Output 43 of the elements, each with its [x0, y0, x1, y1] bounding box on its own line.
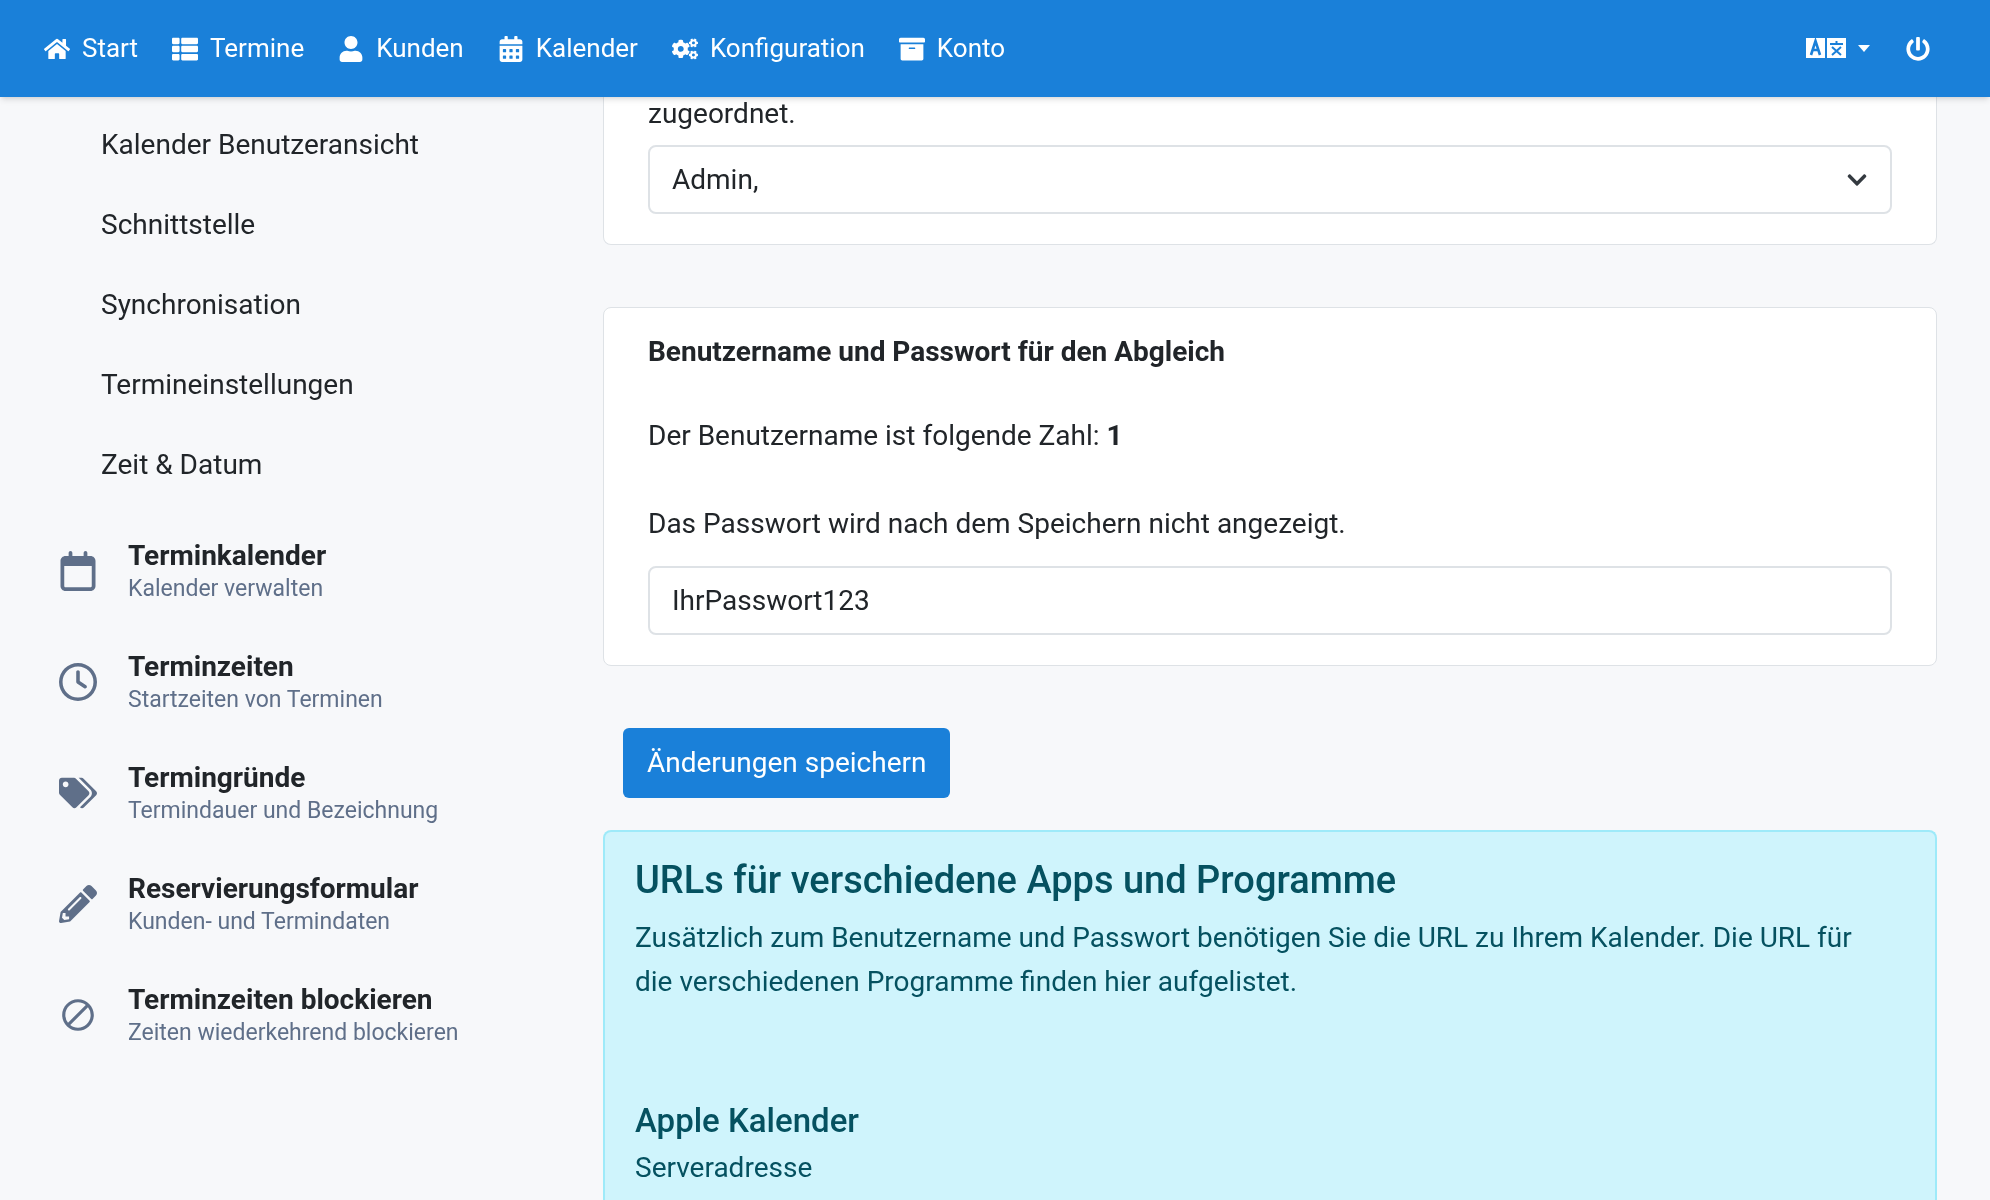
sidebar-item-title[interactable]: Terminkalender	[128, 537, 327, 574]
user-icon	[338, 35, 365, 62]
translate-icon	[1806, 37, 1848, 60]
save-button[interactable]: Änderungen speichern	[623, 728, 951, 798]
nav-link[interactable]: Kalender	[497, 29, 638, 68]
calendar-icon	[497, 35, 524, 62]
sidebar-item-title[interactable]: Terminzeiten	[128, 648, 294, 685]
list-icon	[172, 35, 199, 62]
nav-link[interactable]: Kunden	[338, 29, 464, 68]
sidebar-item-subtitle: Kalender verwalten	[128, 573, 324, 604]
clock-icon	[59, 661, 97, 702]
field-label: Serveradresse	[635, 1150, 814, 1186]
sidebar-item-title[interactable]: Terminzeiten blockieren	[128, 981, 433, 1018]
sidebar-item-subtitle: Startzeiten von Terminen	[128, 684, 383, 715]
info-heading: URLs für verschiedene Apps und Programme	[635, 857, 1398, 904]
sidebar-subitem[interactable]: Synchronisation	[0, 265, 603, 345]
body-text: Der Benutzername ist folgende Zahl: 1	[648, 418, 1124, 454]
sidebar-item-subtitle: Termindauer und Bezeichnung	[128, 795, 439, 826]
language-dropdown[interactable]	[1806, 37, 1870, 60]
nav-link[interactable]: Start	[44, 29, 139, 68]
archive-box-icon	[898, 35, 925, 62]
sidebar-subitem[interactable]: Kalender Benutzeransicht	[0, 105, 603, 185]
caret-icon	[1858, 45, 1870, 52]
card-heading: Benutzername und Passwort für den Abgleich	[648, 334, 1226, 370]
info-text: Zusätzlich zum Benutzername und Passwort benötigen Sie die URL zu Ihrem Kalender. Die URL für die verschiedenen Programme finden hier aufgelistet.	[635, 920, 1853, 1000]
body-text: Das Passwort wird nach dem Speichern nicht angezeigt.	[648, 506, 1347, 542]
password-field[interactable]: IhrPasswort123	[648, 566, 1892, 635]
sidebar-subitem[interactable]: Termineinstellungen	[0, 345, 603, 425]
sidebar-subitem[interactable]: Schnittstelle	[0, 185, 603, 265]
nav-link[interactable]: Termine	[172, 29, 305, 68]
sidebar-item-title[interactable]: Termingründe	[128, 759, 306, 796]
sidebar-item-subtitle: Zeiten wiederkehrend blockieren	[128, 1017, 459, 1048]
power-icon[interactable]	[1906, 35, 1930, 62]
calendar-icon	[59, 550, 97, 591]
select-field[interactable]: Admin,	[648, 145, 1892, 214]
pencil-icon	[59, 883, 97, 924]
body-text: zugeordnet.	[648, 97, 797, 131]
nav-link[interactable]: Konto	[898, 29, 1006, 68]
section-heading: Apple Kalender	[635, 1100, 860, 1142]
sidebar-subitem[interactable]: Zeit & Datum	[0, 425, 603, 505]
sidebar-item-title[interactable]: Reservierungsformular	[128, 870, 419, 907]
sidebar-item-subtitle: Kunden- und Termindaten	[128, 906, 391, 937]
nav-link[interactable]: Konfiguration	[671, 29, 865, 68]
